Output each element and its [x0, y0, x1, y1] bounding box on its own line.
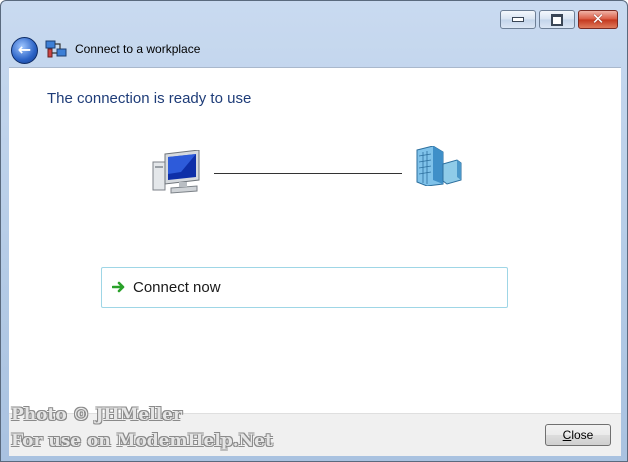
green-arrow-icon: [112, 281, 125, 293]
workplace-server-icon: [416, 146, 462, 186]
minimize-button[interactable]: [500, 10, 536, 29]
maximize-button[interactable]: [539, 10, 575, 29]
connect-now-option[interactable]: Connect now: [101, 267, 508, 308]
maximize-icon: [551, 13, 563, 26]
close-button[interactable]: Close: [545, 424, 611, 446]
watermark-line-1: Photo © JHMeller: [11, 405, 182, 425]
page-heading: The connection is ready to use: [47, 90, 252, 107]
close-icon: ✕: [591, 10, 605, 28]
close-window-button[interactable]: ✕: [578, 10, 618, 29]
close-button-label: lose: [571, 428, 594, 442]
window-title: Connect to a workplace: [75, 42, 201, 56]
connect-now-label: Connect now: [133, 279, 221, 296]
close-button-access-key: C: [562, 428, 572, 442]
watermark-line-2: For use on ModemHelp.Net: [11, 431, 273, 451]
minimize-icon: [512, 17, 524, 22]
back-arrow-icon: ←: [17, 39, 32, 59]
back-button[interactable]: ←: [11, 37, 38, 64]
connection-line: [214, 173, 402, 174]
wizard-content: The connection is ready to use Connect n…: [9, 67, 621, 414]
caption-buttons: ✕: [500, 10, 618, 29]
wizard-window: ✕ ← Connect to a workplace The connectio…: [0, 0, 628, 462]
network-connection-icon: [45, 40, 67, 58]
computer-icon: [152, 150, 200, 194]
